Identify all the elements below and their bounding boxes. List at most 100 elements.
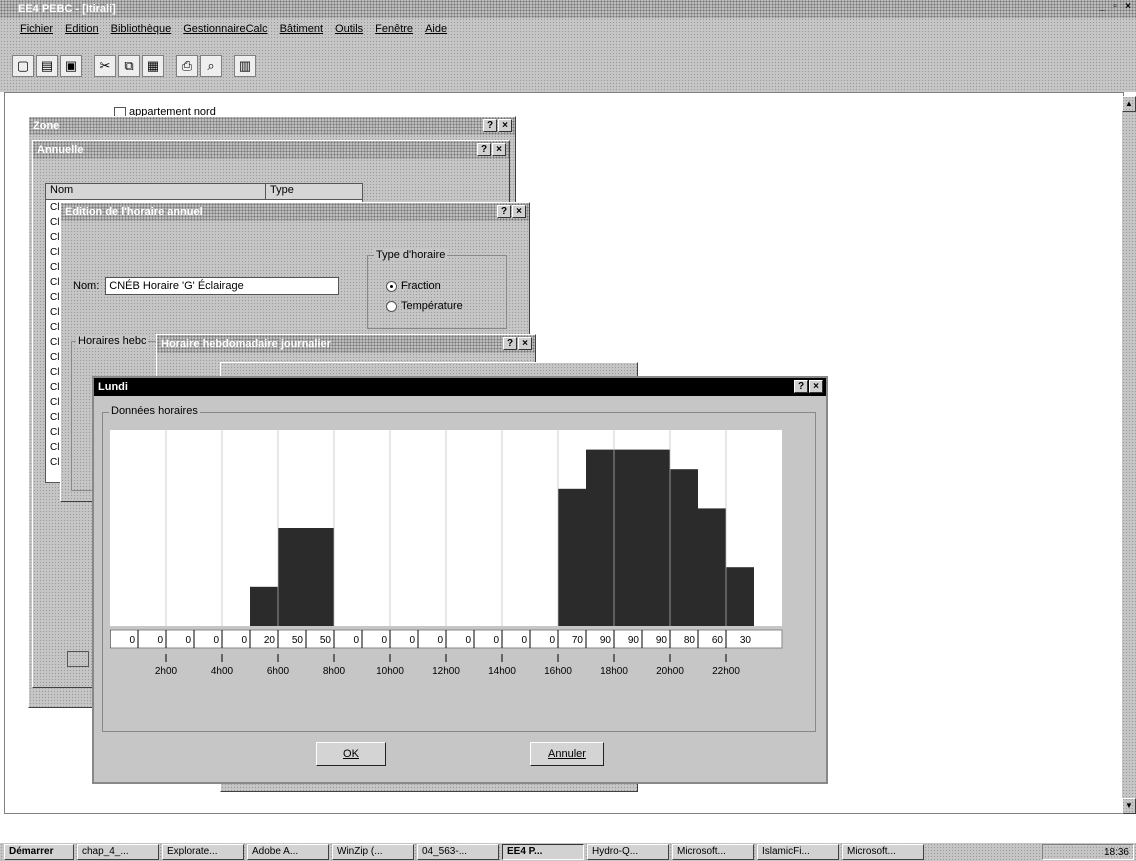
hour-value-label[interactable]: 0 bbox=[353, 635, 359, 646]
menu-gestionnaire-calc[interactable]: GestionnaireCalc bbox=[177, 23, 273, 35]
nom-input[interactable]: CNÉB Horaire 'G' Éclairage bbox=[105, 277, 340, 295]
radio-fraction[interactable]: Fraction bbox=[386, 280, 441, 292]
help-icon[interactable]: ? bbox=[794, 380, 808, 393]
help-icon[interactable]: ? bbox=[477, 143, 491, 156]
help-icon[interactable]: ? bbox=[483, 119, 497, 132]
column-header-nom[interactable]: Nom bbox=[46, 184, 266, 199]
open-icon[interactable]: ▤ bbox=[36, 55, 58, 77]
menu-edition[interactable]: Edition bbox=[59, 23, 105, 35]
nom-label: Nom: bbox=[73, 280, 100, 292]
scroll-up-icon[interactable]: ▲ bbox=[1122, 96, 1136, 112]
close-icon[interactable]: × bbox=[512, 205, 526, 218]
hour-value-label[interactable]: 90 bbox=[600, 635, 612, 646]
hour-value-label[interactable]: 0 bbox=[213, 635, 219, 646]
radio-fraction-dot[interactable] bbox=[386, 280, 397, 292]
annuelle-title: Annuelle bbox=[37, 144, 84, 156]
app-window-buttons: _ ▫ × bbox=[1096, 2, 1134, 14]
hour-value-label[interactable]: 0 bbox=[129, 635, 135, 646]
menu-aide[interactable]: Aide bbox=[419, 23, 453, 35]
hour-value-label[interactable]: 0 bbox=[549, 635, 555, 646]
hour-value-label[interactable]: 60 bbox=[712, 635, 724, 646]
radio-fraction-label: Fraction bbox=[401, 280, 441, 292]
help-icon[interactable]: ? bbox=[497, 205, 511, 218]
menu-outils[interactable]: Outils bbox=[329, 23, 369, 35]
hour-value-label[interactable]: 0 bbox=[493, 635, 499, 646]
menu-fenetre[interactable]: Fenêtre bbox=[369, 23, 419, 35]
close-icon[interactable]: × bbox=[498, 119, 512, 132]
hour-value-label[interactable]: 0 bbox=[437, 635, 443, 646]
bar-hour-21[interactable] bbox=[670, 469, 698, 626]
new-icon[interactable]: ▢ bbox=[12, 55, 34, 77]
x-tick-label: 10h00 bbox=[376, 666, 404, 677]
close-icon[interactable]: × bbox=[1122, 2, 1134, 14]
nom-row: Nom: CNÉB Horaire 'G' Éclairage bbox=[73, 277, 340, 295]
taskbar-item[interactable]: Microsoft... bbox=[672, 844, 754, 860]
paste-icon[interactable]: ▦ bbox=[142, 55, 164, 77]
hour-value-label[interactable]: 20 bbox=[264, 635, 276, 646]
hebdo-title-bar: Horaire hebdomadaire journalier ? × bbox=[157, 335, 535, 353]
print-preview-icon[interactable]: ⌕ bbox=[200, 55, 222, 77]
donnees-horaires-label: Données horaires bbox=[109, 405, 200, 417]
calculator-icon[interactable]: ▥ bbox=[234, 55, 256, 77]
hour-value-label[interactable]: 0 bbox=[409, 635, 415, 646]
list-control[interactable] bbox=[67, 651, 89, 667]
hour-value-label[interactable]: 50 bbox=[292, 635, 304, 646]
print-icon[interactable]: ⎙ bbox=[176, 55, 198, 77]
x-tick-label: 8h00 bbox=[323, 666, 346, 677]
radio-temperature[interactable]: Température bbox=[386, 300, 463, 312]
taskbar-item[interactable]: Hydro-Q... bbox=[587, 844, 669, 860]
hour-value-label[interactable]: 70 bbox=[572, 635, 584, 646]
taskbar-item[interactable]: WinZip (... bbox=[332, 844, 414, 860]
menu-fichier[interactable]: Fichier bbox=[14, 23, 59, 35]
copy-icon[interactable]: ⧉ bbox=[118, 55, 140, 77]
help-icon[interactable]: ? bbox=[503, 337, 517, 350]
column-header-type[interactable]: Type bbox=[266, 184, 362, 199]
cancel-button[interactable]: Annuler bbox=[530, 742, 604, 766]
radio-temperature-dot[interactable] bbox=[386, 300, 397, 312]
hour-value-label[interactable]: 50 bbox=[320, 635, 332, 646]
minimize-icon[interactable]: _ bbox=[1096, 2, 1108, 14]
scroll-down-icon[interactable]: ▼ bbox=[1122, 798, 1136, 814]
bar-hour-22[interactable] bbox=[698, 508, 726, 626]
horaires-label: Horaires hebc bbox=[76, 335, 149, 347]
taskbar-item[interactable]: Adobe A... bbox=[247, 844, 329, 860]
hour-value-label[interactable]: 80 bbox=[684, 635, 696, 646]
menu-batiment[interactable]: Bâtiment bbox=[274, 23, 329, 35]
bar-hour-8[interactable] bbox=[306, 528, 334, 626]
bar-hour-7[interactable] bbox=[278, 528, 306, 626]
menu-bibliotheque[interactable]: Bibliothèque bbox=[105, 23, 178, 35]
hour-value-label[interactable]: 0 bbox=[157, 635, 163, 646]
hour-value-label[interactable]: 0 bbox=[521, 635, 527, 646]
taskbar-item[interactable]: 04_563-... bbox=[417, 844, 499, 860]
hour-value-label[interactable]: 0 bbox=[465, 635, 471, 646]
close-icon[interactable]: × bbox=[492, 143, 506, 156]
lundi-title-bar: Lundi ? × bbox=[94, 378, 826, 396]
restore-icon[interactable]: ▫ bbox=[1109, 2, 1121, 14]
taskbar-item[interactable]: Microsoft... bbox=[842, 844, 924, 860]
bar-hour-20[interactable] bbox=[642, 449, 670, 626]
hour-value-label[interactable]: 90 bbox=[656, 635, 668, 646]
close-icon[interactable]: × bbox=[518, 337, 532, 350]
bar-hour-18[interactable] bbox=[586, 449, 614, 626]
hour-value-label[interactable]: 90 bbox=[628, 635, 640, 646]
hour-value-label[interactable]: 30 bbox=[740, 635, 752, 646]
taskbar-item[interactable]: chap_4_... bbox=[77, 844, 159, 860]
taskbar-item[interactable]: EE4 P... bbox=[502, 844, 584, 860]
bar-hour-17[interactable] bbox=[558, 488, 586, 626]
bar-hour-23[interactable] bbox=[726, 567, 754, 626]
hour-value-label[interactable]: 0 bbox=[381, 635, 387, 646]
hourly-bar-chart[interactable]: 0 0 0 0 0 20 50 50 0 0 0 0 0 0 0 0 70 90 90 90 80 60 30 2h00 4h0… bbox=[110, 424, 800, 724]
save-icon[interactable]: ▣ bbox=[60, 55, 82, 77]
hour-value-label[interactable]: 0 bbox=[185, 635, 191, 646]
start-button[interactable]: Démarrer bbox=[4, 844, 74, 860]
taskbar-item[interactable]: Explorate... bbox=[162, 844, 244, 860]
taskbar-item[interactable]: IslamicFi... bbox=[757, 844, 839, 860]
ok-button[interactable]: OK bbox=[316, 742, 386, 766]
x-tick-label: 22h00 bbox=[712, 666, 740, 677]
vertical-scrollbar[interactable]: ▲ ▼ bbox=[1122, 96, 1136, 814]
hour-value-label[interactable]: 0 bbox=[241, 635, 247, 646]
cut-icon[interactable]: ✂ bbox=[94, 55, 116, 77]
bar-hour-6[interactable] bbox=[250, 586, 278, 626]
close-icon[interactable]: × bbox=[809, 380, 823, 393]
bar-hour-19[interactable] bbox=[614, 449, 642, 626]
